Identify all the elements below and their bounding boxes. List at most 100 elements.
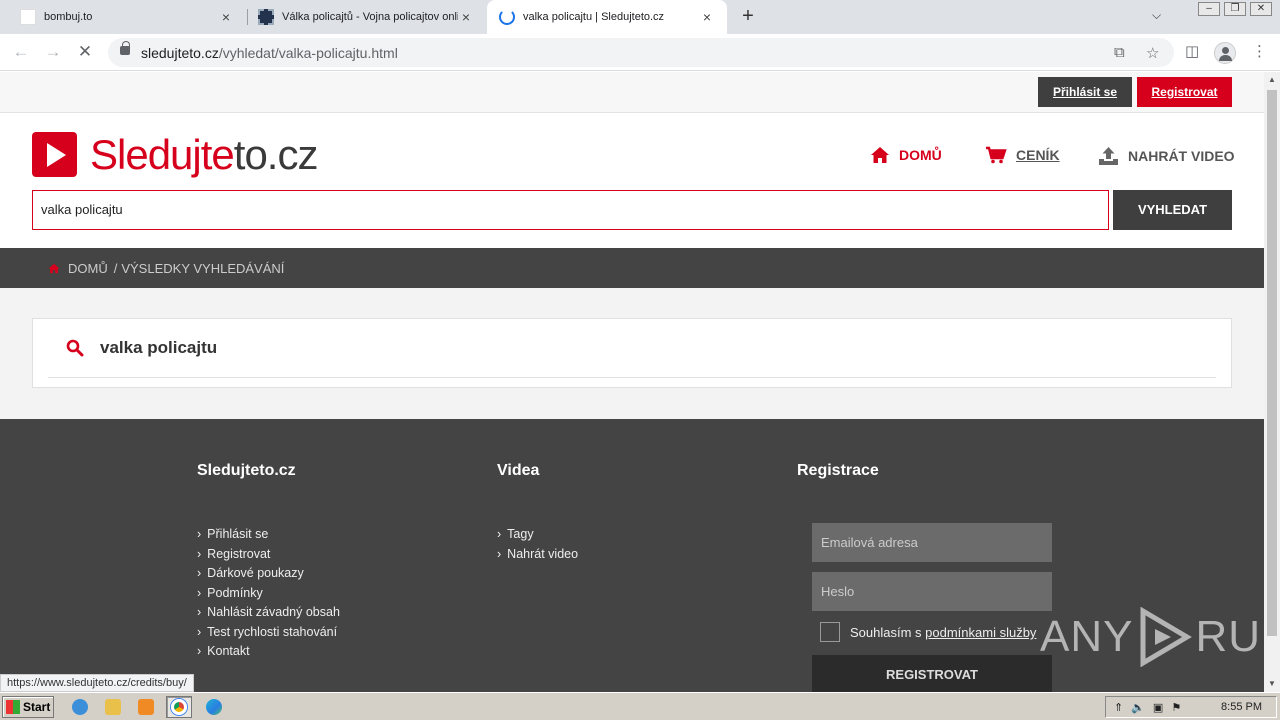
- nav-pricing-label: CENÍK: [1016, 147, 1060, 163]
- nav-pricing[interactable]: CENÍK: [985, 146, 1060, 164]
- footer-links: Přihlásit se Registrovat Dárkové poukazy…: [197, 525, 340, 662]
- share-icon[interactable]: ⧉: [1114, 44, 1125, 61]
- lock-icon[interactable]: [120, 41, 130, 55]
- tab-title: bombuj.to: [44, 11, 93, 23]
- search-button[interactable]: VYHLEDAT: [1113, 190, 1232, 230]
- footer-password-input[interactable]: Heslo: [812, 572, 1052, 611]
- start-label: Start: [23, 700, 51, 714]
- footer-title: Registrace: [797, 462, 879, 479]
- new-tab-button[interactable]: +: [737, 6, 759, 28]
- page-icon: [20, 9, 36, 25]
- footer-link-login[interactable]: Přihlásit se: [197, 525, 340, 545]
- windows-logo-icon: [6, 700, 20, 714]
- kebab-menu-icon[interactable]: ⋮: [1252, 42, 1267, 60]
- close-icon[interactable]: ×: [218, 9, 234, 25]
- footer-link-terms[interactable]: Podmínky: [197, 584, 340, 604]
- scroll-up-icon[interactable]: ▲: [1264, 72, 1280, 88]
- tab-bombuj[interactable]: bombuj.to ×: [0, 0, 246, 34]
- back-arrow-icon[interactable]: ←: [11, 42, 31, 62]
- footer-email-input[interactable]: Emailová adresa: [812, 523, 1052, 562]
- footer-link-contact[interactable]: Kontakt: [197, 642, 340, 662]
- scroll-down-icon[interactable]: ▼: [1264, 676, 1280, 692]
- tab-title: valka policajtu | Sledujteto.cz: [523, 11, 665, 23]
- media-player-icon[interactable]: [133, 696, 159, 718]
- footer-links: Tagy Nahrát video: [497, 525, 578, 564]
- terms-checkbox[interactable]: [820, 622, 840, 642]
- url-text[interactable]: sledujteto.cz/vyhledat/valka-policajtu.h…: [141, 45, 398, 61]
- account-bar: Přihlásit se Registrovat: [0, 72, 1264, 113]
- home-icon: [871, 147, 889, 163]
- close-icon[interactable]: ×: [699, 9, 715, 25]
- page-viewport: Přihlásit se Registrovat Sledujteto.cz D…: [0, 72, 1264, 692]
- bookmark-star-icon[interactable]: ☆: [1146, 44, 1159, 62]
- browser-toolbar: ← → ✕ sledujteto.cz/vyhledat/valka-polic…: [0, 34, 1280, 71]
- play-triangle-icon: [1140, 607, 1193, 667]
- logo-wordmark: Sledujteto.cz: [90, 131, 318, 178]
- network-icon[interactable]: ▣: [1153, 701, 1163, 714]
- watermark-left: ANY: [1040, 612, 1134, 661]
- scrollbar-thumb[interactable]: [1267, 90, 1277, 636]
- search-input[interactable]: valka policajtu: [32, 190, 1109, 230]
- internet-explorer-icon[interactable]: [67, 696, 93, 718]
- footer-link-gift-vouchers[interactable]: Dárkové poukazy: [197, 564, 340, 584]
- volume-icon[interactable]: 🔈: [1131, 701, 1145, 714]
- search-results-section: valka policajtu: [0, 288, 1264, 419]
- taskbar: Start ⇑ 🔈 ▣ ⚑ 8:55 PM: [0, 692, 1280, 720]
- footer-link-speed-test[interactable]: Test rychlosti stahování: [197, 623, 340, 643]
- window-controls: – ❐ ✕: [1198, 2, 1272, 16]
- profile-avatar-icon[interactable]: [1214, 42, 1236, 64]
- page-scrollbar[interactable]: ▲ ▼: [1264, 72, 1280, 692]
- loading-spinner-icon: [499, 9, 515, 25]
- nav-upload[interactable]: NAHRÁT VIDEO: [1098, 146, 1235, 166]
- nav-upload-label: NAHRÁT VIDEO: [1128, 148, 1235, 164]
- login-button[interactable]: Přihlásit se: [1038, 77, 1132, 107]
- chrome-icon[interactable]: [166, 696, 192, 718]
- footer-link-upload[interactable]: Nahrát video: [497, 545, 578, 565]
- stop-loading-icon[interactable]: ✕: [75, 42, 95, 62]
- footer-link-tags[interactable]: Tagy: [497, 525, 578, 545]
- forward-arrow-icon[interactable]: →: [43, 42, 63, 62]
- home-icon: [48, 263, 60, 273]
- terms-link[interactable]: podmínkami služby: [925, 625, 1036, 640]
- restore-icon[interactable]: ❐: [1224, 2, 1246, 16]
- play-logo-icon: [32, 132, 77, 177]
- footer-link-register[interactable]: Registrovat: [197, 545, 340, 565]
- search-results-header: valka policajtu: [48, 319, 1216, 378]
- footer-title: Videa: [497, 462, 540, 479]
- site-logo[interactable]: Sledujteto.cz: [32, 131, 318, 178]
- footer-title: Sledujteto.cz: [197, 462, 296, 479]
- tab-strip: bombuj.to × Válka policajtů - Vojna poli…: [0, 0, 1280, 34]
- tab-valka-policajtu[interactable]: Válka policajtů - Vojna policajtov onlin…: [248, 0, 486, 34]
- footer-col-videos: Videa Tagy Nahrát video: [497, 462, 578, 561]
- file-explorer-icon[interactable]: [100, 696, 126, 718]
- register-button[interactable]: Registrovat: [1137, 77, 1232, 107]
- action-center-flag-icon[interactable]: ⚑: [1171, 701, 1181, 714]
- search-icon: [66, 339, 84, 357]
- edge-icon[interactable]: [201, 696, 227, 718]
- footer-register-button[interactable]: REGISTROVAT: [812, 655, 1052, 692]
- side-panel-icon[interactable]: ◫: [1185, 42, 1199, 60]
- address-bar[interactable]: sledujteto.cz/vyhledat/valka-policajtu.h…: [108, 38, 1174, 67]
- close-icon[interactable]: ×: [458, 9, 474, 25]
- footer-col-registration: Registrace: [797, 462, 879, 480]
- start-button[interactable]: Start: [2, 696, 54, 718]
- tab-sledujteto[interactable]: valka policajtu | Sledujteto.cz ×: [487, 0, 727, 34]
- screen: bombuj.to × Válka policajtů - Vojna poli…: [0, 0, 1280, 720]
- search-query-title: valka policajtu: [100, 338, 218, 357]
- window-close-icon[interactable]: ✕: [1250, 2, 1272, 16]
- tab-search-chevron-icon[interactable]: ⌵: [1152, 8, 1161, 23]
- search-results-box: valka policajtu: [32, 318, 1232, 388]
- breadcrumb-home[interactable]: DOMŮ: [68, 261, 108, 276]
- nav-home[interactable]: DOMŮ: [870, 146, 942, 164]
- tray-expand-icon[interactable]: ⇑: [1114, 701, 1123, 714]
- system-tray: ⇑ 🔈 ▣ ⚑ 8:55 PM: [1105, 696, 1277, 718]
- anyrun-watermark: ANY RUN: [1040, 607, 1264, 667]
- cart-icon: [986, 146, 1007, 164]
- terms-text: Souhlasím s podmínkami služby: [850, 625, 1037, 640]
- tab-title: Válka policajtů - Vojna policajtov onlin…: [282, 11, 458, 23]
- watermark-right: RUN: [1195, 612, 1264, 661]
- minimize-icon[interactable]: –: [1198, 2, 1220, 16]
- footer-link-report-content[interactable]: Nahlásit závadný obsah: [197, 603, 340, 623]
- film-icon: [258, 9, 274, 25]
- status-bar-url: https://www.sledujteto.cz/credits/buy/: [0, 674, 194, 692]
